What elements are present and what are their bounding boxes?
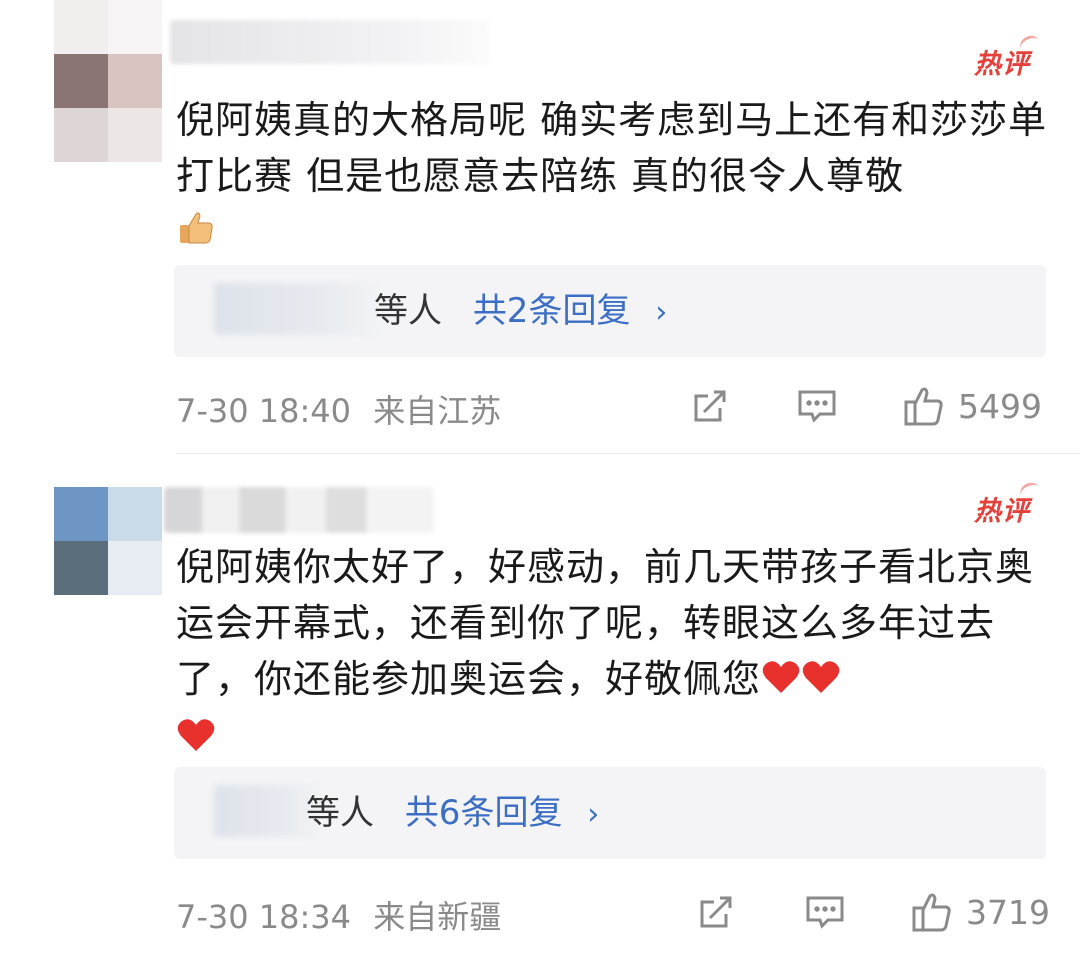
hot-comment-badge: 热评 bbox=[974, 489, 1030, 528]
view-replies-link[interactable]: 共2条回复 bbox=[473, 291, 631, 331]
comment-icon bbox=[806, 896, 844, 929]
comment-card: 热评 倪阿姨真的大格局呢 确实考虑到马上还有和莎莎单打比赛 但是也愿意去陪练 真… bbox=[0, 0, 1080, 455]
reply-users-blurred bbox=[214, 283, 384, 335]
chevron-right-icon[interactable]: › bbox=[655, 289, 667, 337]
avatar[interactable] bbox=[54, 0, 162, 162]
comment-content: 倪阿姨真的大格局呢 确实考虑到马上还有和莎莎单打比赛 但是也愿意去陪练 真的很令… bbox=[176, 92, 1056, 263]
comment-card: 热评 倪阿姨你太好了，好感动，前几天带孩子看北京奥运会开幕式，还看到你了呢，转眼… bbox=[0, 455, 1080, 959]
reply-suffix: 等人 bbox=[306, 793, 374, 833]
chevron-right-icon[interactable]: › bbox=[587, 791, 599, 839]
like-icon bbox=[912, 893, 951, 932]
like-button[interactable]: 5499 bbox=[902, 384, 1042, 428]
like-button[interactable]: 3719 bbox=[910, 890, 1050, 934]
share-button[interactable] bbox=[696, 892, 736, 932]
location: 来自新疆 bbox=[373, 898, 502, 936]
hot-comment-badge: 热评 bbox=[974, 42, 1030, 81]
comment-icon bbox=[798, 390, 836, 423]
comment-button[interactable] bbox=[804, 892, 846, 932]
like-count: 3719 bbox=[966, 892, 1050, 932]
red-heart-icon bbox=[761, 654, 801, 710]
reply-suffix: 等人 bbox=[374, 291, 442, 331]
reply-summary[interactable]: 等人 共2条回复 › bbox=[174, 265, 1046, 357]
red-heart-icon bbox=[801, 654, 841, 710]
share-icon bbox=[694, 390, 726, 422]
comment-text: 倪阿姨真的大格局呢 确实考虑到马上还有和莎莎单打比赛 但是也愿意去陪练 真的很令… bbox=[176, 98, 1048, 198]
divider bbox=[176, 453, 1080, 454]
share-button[interactable] bbox=[690, 386, 730, 426]
timestamp: 7-30 18:34 bbox=[176, 898, 352, 936]
location: 来自江苏 bbox=[373, 392, 502, 430]
avatar[interactable] bbox=[54, 487, 162, 595]
like-count: 5499 bbox=[958, 386, 1042, 426]
reply-summary[interactable]: 等人 共6条回复 › bbox=[174, 767, 1046, 859]
comment-content: 倪阿姨你太好了，好感动，前几天带孩子看北京奥运会开幕式，还看到你了呢，转眼这么多… bbox=[176, 539, 1056, 768]
comment-meta: 7-30 18:34 来自新疆 bbox=[176, 892, 501, 938]
share-icon bbox=[700, 896, 732, 928]
username-blurred[interactable] bbox=[170, 20, 490, 64]
thumbs-up-icon bbox=[176, 207, 216, 263]
view-replies-link[interactable]: 共6条回复 bbox=[405, 793, 563, 833]
comment-meta: 7-30 18:40 来自江苏 bbox=[176, 386, 501, 432]
red-heart-icon bbox=[176, 712, 216, 768]
like-icon bbox=[904, 387, 943, 426]
timestamp: 7-30 18:40 bbox=[176, 392, 352, 430]
comment-text: 倪阿姨你太好了，好感动，前几天带孩子看北京奥运会开幕式，还看到你了呢，转眼这么多… bbox=[176, 545, 1035, 701]
comment-button[interactable] bbox=[796, 386, 838, 426]
username-blurred[interactable] bbox=[164, 487, 434, 533]
